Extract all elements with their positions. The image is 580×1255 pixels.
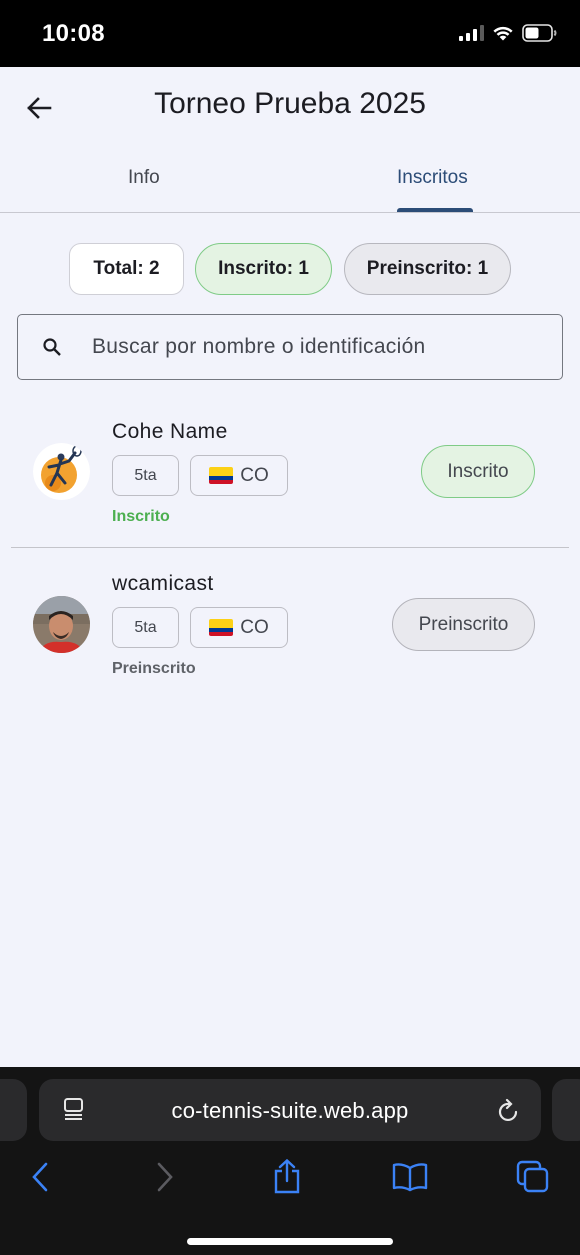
registration-status: Inscrito bbox=[112, 508, 170, 525]
category-tag: 5ta bbox=[112, 455, 179, 496]
search-icon bbox=[40, 335, 64, 359]
home-indicator bbox=[187, 1238, 393, 1245]
inscritos-filter-chip[interactable]: Inscrito: 1 bbox=[195, 243, 332, 295]
bookmarks-icon[interactable] bbox=[390, 1157, 430, 1197]
colombia-flag-icon bbox=[209, 619, 234, 636]
country-code: CO bbox=[240, 464, 269, 486]
registration-status: Preinscrito bbox=[112, 660, 196, 677]
next-tab-preview[interactable] bbox=[552, 1079, 580, 1141]
app-bar: Torneo Prueba 2025 bbox=[0, 67, 580, 147]
battery-icon bbox=[522, 24, 557, 42]
reload-icon[interactable] bbox=[497, 1097, 521, 1128]
country-code: CO bbox=[240, 616, 269, 638]
chevron-left-icon[interactable] bbox=[20, 1157, 60, 1197]
tab-inscritos[interactable]: Inscritos bbox=[397, 167, 468, 189]
browser-toolbar bbox=[0, 1157, 580, 1197]
status-button[interactable]: Preinscrito bbox=[392, 598, 535, 651]
tab-bar: Info Inscritos bbox=[0, 150, 580, 213]
chevron-right-icon[interactable] bbox=[145, 1157, 185, 1197]
tabs-overview-icon[interactable] bbox=[513, 1157, 553, 1197]
status-icons bbox=[459, 24, 558, 42]
active-tab-indicator bbox=[397, 208, 473, 212]
cellular-signal-icon bbox=[459, 25, 484, 41]
status-bar: 10:08 bbox=[0, 0, 580, 67]
player-row[interactable]: Cohe Name 5ta CO Inscrito Inscrito bbox=[0, 400, 580, 552]
category-tag: 5ta bbox=[112, 607, 179, 648]
page-title: Torneo Prueba 2025 bbox=[154, 87, 426, 120]
avatar bbox=[33, 443, 90, 500]
address-bar[interactable]: co-tennis-suite.web.app bbox=[39, 1079, 541, 1141]
share-icon[interactable] bbox=[267, 1157, 307, 1197]
preinscritos-filter-chip[interactable]: Preinscrito: 1 bbox=[344, 243, 511, 295]
colombia-flag-icon bbox=[209, 467, 234, 484]
country-tag: CO bbox=[190, 607, 288, 648]
status-time: 10:08 bbox=[42, 20, 105, 47]
player-name: Cohe Name bbox=[112, 420, 228, 443]
total-count-chip: Total: 2 bbox=[69, 243, 184, 295]
previous-tab-preview[interactable] bbox=[0, 1079, 27, 1141]
browser-chrome: co-tennis-suite.web.app bbox=[0, 1067, 580, 1255]
player-row[interactable]: wcamicast 5ta CO Preinscrito Preinscrito bbox=[0, 552, 580, 704]
avatar bbox=[33, 596, 90, 653]
player-name: wcamicast bbox=[112, 572, 214, 595]
country-tag: CO bbox=[190, 455, 288, 496]
search-input[interactable] bbox=[92, 335, 522, 359]
url-text: co-tennis-suite.web.app bbox=[171, 1098, 409, 1123]
divider bbox=[11, 547, 569, 548]
wifi-icon bbox=[493, 26, 513, 41]
tab-info[interactable]: Info bbox=[128, 167, 160, 189]
search-field bbox=[17, 314, 563, 380]
status-button[interactable]: Inscrito bbox=[421, 445, 535, 498]
